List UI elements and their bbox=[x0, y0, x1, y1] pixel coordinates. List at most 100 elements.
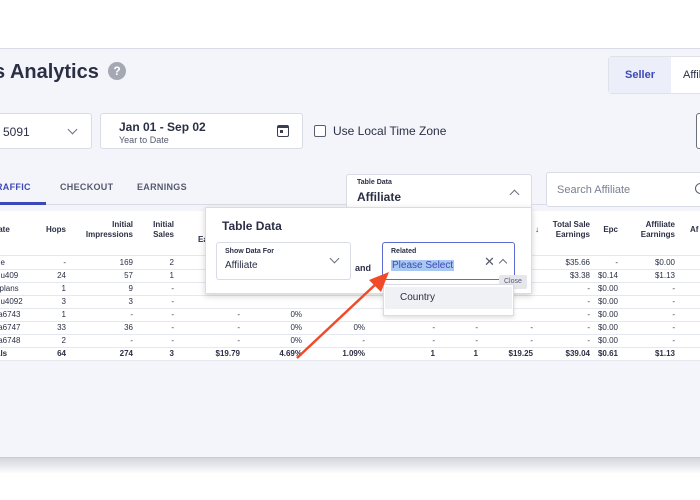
row-divider bbox=[0, 321, 700, 322]
cell-initial-sales: 1 bbox=[169, 271, 174, 280]
cell-total-sale-earnings: - bbox=[587, 297, 590, 306]
show-data-for-label: Show Data For bbox=[225, 248, 275, 255]
help-icon[interactable]: ? bbox=[108, 62, 126, 80]
cell-initial-sales: - bbox=[171, 336, 174, 345]
cell-initial-impressions: 274 bbox=[119, 349, 133, 358]
cell-initial-impressions: - bbox=[130, 310, 133, 319]
cell-initial-sales: - bbox=[171, 310, 174, 319]
cell-affiliate: llplans bbox=[0, 284, 19, 293]
cell-amount: - bbox=[530, 323, 533, 332]
vendor-select[interactable]: 5091 bbox=[0, 113, 92, 149]
cell-initial-sales: 3 bbox=[169, 349, 174, 358]
view-toggle: Seller Affil bbox=[608, 56, 700, 94]
cell-hops: 3 bbox=[61, 297, 66, 306]
row-divider bbox=[0, 308, 700, 309]
cell-affiliate: ta6748 bbox=[0, 336, 21, 345]
cell-rate: 0% bbox=[353, 323, 365, 332]
cell-hops: 1 bbox=[61, 284, 66, 293]
cell-affiliate-earnings: - bbox=[672, 336, 675, 345]
tab-traffic[interactable]: RAFFIC bbox=[0, 182, 31, 192]
related-value: Please Select bbox=[391, 260, 455, 271]
cell-affiliate-earnings: $0.00 bbox=[654, 258, 675, 267]
row-divider bbox=[0, 295, 700, 296]
cell-earnings: - bbox=[237, 310, 240, 319]
affiliate-toggle-button[interactable]: Affil bbox=[671, 57, 700, 93]
cell-hops: 2 bbox=[61, 336, 66, 345]
cell-hops: 24 bbox=[57, 271, 66, 280]
local-time-zone-checkbox[interactable] bbox=[314, 125, 326, 137]
col-header-affiliate-earnings[interactable]: Affiliate Earnings bbox=[632, 220, 675, 240]
sort-arrow-icon[interactable]: ↓ bbox=[535, 225, 539, 235]
seller-toggle-button[interactable]: Seller bbox=[609, 57, 671, 93]
cell-total-sale-earnings: - bbox=[587, 336, 590, 345]
table-data-select[interactable]: Table Data Affiliate bbox=[346, 174, 532, 209]
col-header-epc[interactable]: Epc bbox=[600, 225, 618, 235]
right-edge-control[interactable] bbox=[696, 113, 700, 149]
cell-conversion-rate: 0% bbox=[290, 336, 302, 345]
cell-rate: - bbox=[362, 336, 365, 345]
cell-initial-impressions: 36 bbox=[124, 323, 133, 332]
col-header-last[interactable]: Af bbox=[690, 225, 698, 235]
cell-total-sale-earnings: $35.66 bbox=[565, 258, 590, 267]
table-data-label: Table Data bbox=[357, 179, 392, 186]
page-title: s Analytics bbox=[0, 61, 99, 83]
active-tab-indicator bbox=[0, 202, 46, 205]
search-icon[interactable] bbox=[695, 183, 700, 194]
col-header-affiliate[interactable]: iate bbox=[0, 225, 10, 235]
chevron-up-icon bbox=[509, 189, 520, 200]
clear-icon[interactable]: ✕ bbox=[484, 255, 495, 268]
cell-count-a: - bbox=[432, 336, 435, 345]
cell-amount: - bbox=[530, 336, 533, 345]
date-range-picker[interactable]: Jan 01 - Sep 02 Year to Date bbox=[100, 113, 303, 149]
row-divider bbox=[0, 347, 700, 348]
related-select[interactable]: Related Please Select ✕ bbox=[382, 242, 515, 280]
col-header-hops[interactable]: Hops bbox=[36, 225, 66, 235]
option-country[interactable]: Country bbox=[385, 287, 512, 309]
cell-epc: $0.00 bbox=[597, 336, 618, 345]
cell-hops: - bbox=[63, 258, 66, 267]
cell-total-sale-earnings: - bbox=[587, 310, 590, 319]
col-header-initial-impressions[interactable]: Initial Impressions bbox=[80, 220, 133, 240]
tab-checkout[interactable]: CHECKOUT bbox=[60, 182, 113, 192]
cell-affiliate-earnings: - bbox=[672, 323, 675, 332]
cell-epc: $0.61 bbox=[597, 349, 618, 358]
cell-affiliate: nu409 bbox=[0, 271, 19, 280]
tab-earnings[interactable]: EARNINGS bbox=[137, 182, 187, 192]
cell-count-b: - bbox=[475, 336, 478, 345]
cell-rate: 1.09% bbox=[342, 349, 365, 358]
cell-epc: $0.00 bbox=[597, 323, 618, 332]
cell-initial-impressions: 57 bbox=[124, 271, 133, 280]
show-data-for-select[interactable]: Show Data For Affiliate bbox=[216, 242, 351, 280]
show-data-for-value: Affiliate bbox=[225, 260, 258, 271]
cell-affiliate-earnings: - bbox=[672, 297, 675, 306]
chevron-up-icon[interactable] bbox=[498, 258, 508, 268]
cell-affiliate: als bbox=[0, 349, 8, 358]
cell-total-sale-earnings: - bbox=[587, 323, 590, 332]
cell-conversion-rate: 0% bbox=[290, 323, 302, 332]
cell-affiliate-earnings: $1.13 bbox=[654, 349, 675, 358]
search-affiliate-box bbox=[546, 172, 700, 207]
col-header-initial-sales[interactable]: Initial Sales bbox=[146, 220, 174, 240]
search-affiliate-input[interactable] bbox=[547, 173, 687, 206]
local-time-zone-label: Use Local Time Zone bbox=[333, 124, 447, 138]
cell-earnings: - bbox=[237, 336, 240, 345]
cell-initial-sales: - bbox=[171, 284, 174, 293]
row-divider bbox=[0, 360, 700, 361]
bottom-shadow bbox=[0, 458, 700, 474]
cell-affiliate-earnings: - bbox=[672, 284, 675, 293]
cell-initial-sales: 2 bbox=[169, 258, 174, 267]
col-header-total-sale-earnings[interactable]: Total Sale Earnings bbox=[548, 220, 590, 240]
date-range-value: Jan 01 - Sep 02 bbox=[119, 120, 206, 134]
cell-affiliate-earnings: - bbox=[672, 310, 675, 319]
table-data-popover: Table Data Show Data For Affiliate and R… bbox=[205, 207, 532, 294]
cell-hops: 1 bbox=[61, 310, 66, 319]
cell-count-a: - bbox=[432, 323, 435, 332]
cell-total-sale-earnings: $3.38 bbox=[569, 271, 590, 280]
popover-title: Table Data bbox=[222, 219, 282, 233]
cell-epc: - bbox=[615, 258, 618, 267]
cell-count-b: - bbox=[475, 323, 478, 332]
cell-initial-sales: - bbox=[171, 323, 174, 332]
cell-initial-impressions: 9 bbox=[128, 284, 133, 293]
cell-earnings: $19.79 bbox=[215, 349, 240, 358]
related-label: Related bbox=[391, 248, 417, 255]
